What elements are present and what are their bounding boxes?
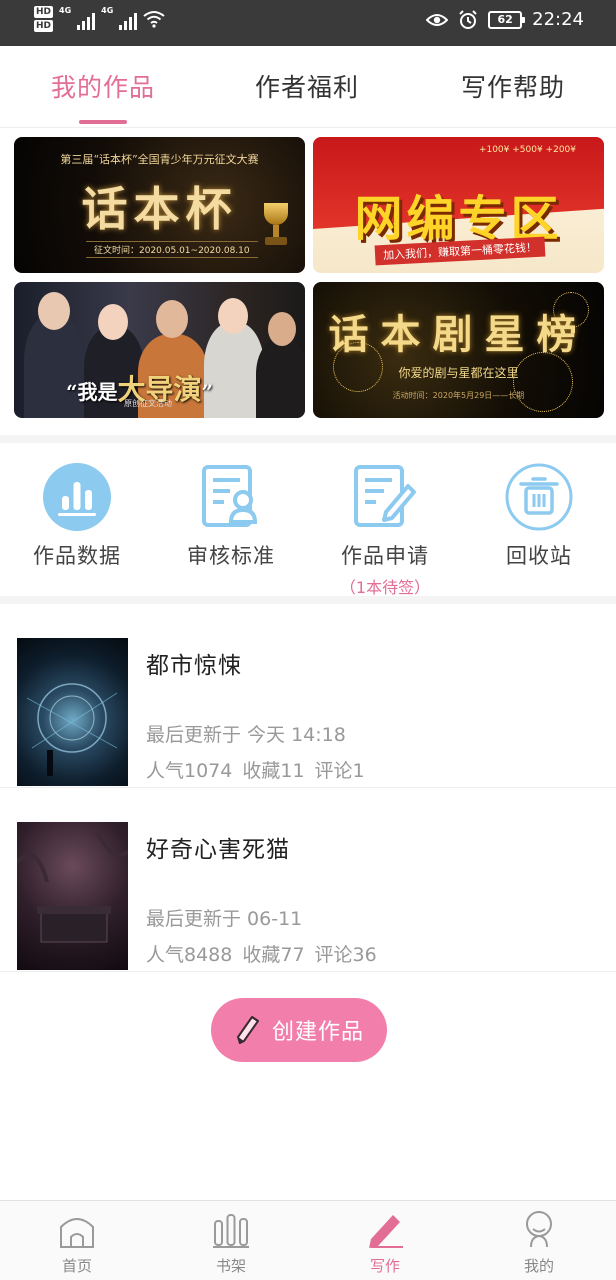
bottom-nav: 首页 书架 写作 我的	[0, 1200, 616, 1280]
edit-document-icon	[350, 462, 420, 532]
network-type-label: 4G	[59, 6, 72, 15]
trash-icon	[504, 462, 574, 532]
review-standard-icon	[196, 462, 266, 532]
work-stats: 人气8488 收藏77 评论36	[146, 940, 387, 967]
active-tab-indicator	[79, 120, 127, 124]
work-updated: 最后更新于 06-11	[146, 908, 303, 930]
work-title: 都市惊悚	[146, 653, 242, 679]
action-recycle-bin[interactable]: 回收站	[462, 462, 616, 570]
banner-date: 征文时间：2020.05.01~2020.08.10	[86, 241, 258, 258]
status-right: 62 22:24	[426, 9, 584, 30]
action-review-standard[interactable]: 审核标准	[154, 462, 308, 570]
create-work-button[interactable]: 创建作品	[211, 998, 387, 1062]
banner-subtitle: 原创征文活动	[124, 399, 172, 408]
work-favorites: 收藏77	[242, 944, 305, 966]
work-favorites: 收藏11	[242, 760, 305, 782]
profile-icon	[519, 1209, 559, 1249]
work-popularity: 人气1074	[146, 760, 233, 782]
action-label: 审核标准	[187, 544, 275, 568]
status-left: HD HD 4G 4G	[34, 6, 165, 32]
person-head	[218, 298, 248, 334]
bookshelf-icon	[211, 1209, 251, 1249]
quick-actions: 作品数据 审核标准 作品申请 （1本待签） 回收站	[0, 444, 616, 598]
status-time: 22:24	[532, 9, 584, 30]
tab-my-works[interactable]: 我的作品	[13, 68, 193, 104]
work-cover	[17, 822, 128, 970]
signal-icon	[77, 12, 96, 30]
nav-label: 我的	[523, 1257, 554, 1275]
work-updated: 最后更新于 今天 14:18	[146, 724, 346, 746]
nav-bookshelf[interactable]: 书架	[154, 1209, 308, 1276]
work-item[interactable]: 好奇心害死猫 最后更新于 06-11 人气8488 收藏77 评论36	[0, 788, 616, 972]
banner-director[interactable]: “我是大导演” 原创征文活动	[14, 282, 305, 418]
work-popularity: 人气8488	[146, 944, 233, 966]
person-head	[156, 300, 188, 338]
battery-icon: 62	[488, 10, 526, 29]
trophy-icon	[261, 203, 291, 247]
wifi-icon	[143, 11, 165, 28]
nav-home[interactable]: 首页	[0, 1209, 154, 1276]
create-work-label: 创建作品	[271, 1020, 364, 1045]
nav-label: 首页	[61, 1257, 92, 1275]
pending-sign-count: （1本待签）	[339, 578, 431, 597]
work-title: 好奇心害死猫	[146, 837, 290, 863]
nav-write[interactable]: 写作	[308, 1209, 462, 1276]
action-label: 回收站	[506, 544, 572, 568]
banner-date: 活动时间：2020年5月29日——长期	[392, 391, 525, 400]
pen-icon	[365, 1209, 405, 1249]
banner-coins: +100¥ +500¥ +200¥	[478, 145, 576, 155]
person-head	[38, 292, 70, 330]
banner-editor-zone[interactable]: +100¥ +500¥ +200¥ 网编专区 加入我们，赚取第一桶零花钱！	[313, 137, 604, 273]
work-comments: 评论1	[314, 760, 365, 782]
banner-subtitle: 你爱的剧与星都在这里	[398, 366, 519, 380]
pencil-icon	[236, 1016, 259, 1044]
person-silhouette	[256, 338, 305, 418]
action-work-data[interactable]: 作品数据	[0, 462, 154, 570]
work-stats: 人气1074 收藏11 评论1	[146, 756, 375, 783]
hd-badge: HD	[34, 20, 54, 32]
work-comments: 评论36	[314, 944, 377, 966]
bar-chart-icon	[42, 462, 112, 532]
nav-label: 书架	[215, 1257, 246, 1275]
action-work-application[interactable]: 作品申请 （1本待签）	[308, 462, 462, 598]
status-bar: HD HD 4G 4G 62 22:24	[0, 0, 616, 46]
hd-badge: HD	[34, 6, 54, 18]
work-item[interactable]: 都市惊悚 最后更新于 今天 14:18 人气1074 收藏11 评论1	[0, 604, 616, 788]
nav-profile[interactable]: 我的	[462, 1209, 616, 1276]
tab-author-benefits[interactable]: 作者福利	[217, 68, 397, 104]
section-divider	[0, 596, 616, 604]
person-head	[268, 312, 296, 346]
banner-huaben-cup[interactable]: 第三届“话本杯”全国青少年万元征文大赛 话本杯 征文时间：2020.05.01~…	[14, 137, 305, 273]
work-cover	[17, 638, 128, 786]
hd-indicators: HD HD	[34, 6, 54, 32]
signal-icon	[119, 12, 138, 30]
banner-title: 话本剧星榜	[328, 311, 589, 358]
tab-writing-help[interactable]: 写作帮助	[423, 68, 603, 104]
alarm-icon	[459, 9, 477, 29]
home-icon	[57, 1209, 97, 1249]
firework-decoration	[513, 352, 573, 412]
banner-star-ranking[interactable]: 话本剧星榜 你爱的剧与星都在这里 活动时间：2020年5月29日——长期	[313, 282, 604, 418]
eye-comfort-icon	[426, 13, 449, 26]
action-label: 作品申请	[341, 544, 429, 568]
top-tabs: 我的作品 作者福利 写作帮助	[0, 46, 616, 128]
action-label: 作品数据	[33, 544, 121, 568]
banner-title: 网编专区	[354, 191, 563, 247]
person-head	[98, 304, 128, 340]
nav-label: 写作	[369, 1257, 400, 1275]
banner-caption: 第三届“话本杯”全国青少年万元征文大赛	[60, 153, 259, 166]
section-divider	[0, 435, 616, 443]
network-type-label: 4G	[101, 6, 114, 15]
